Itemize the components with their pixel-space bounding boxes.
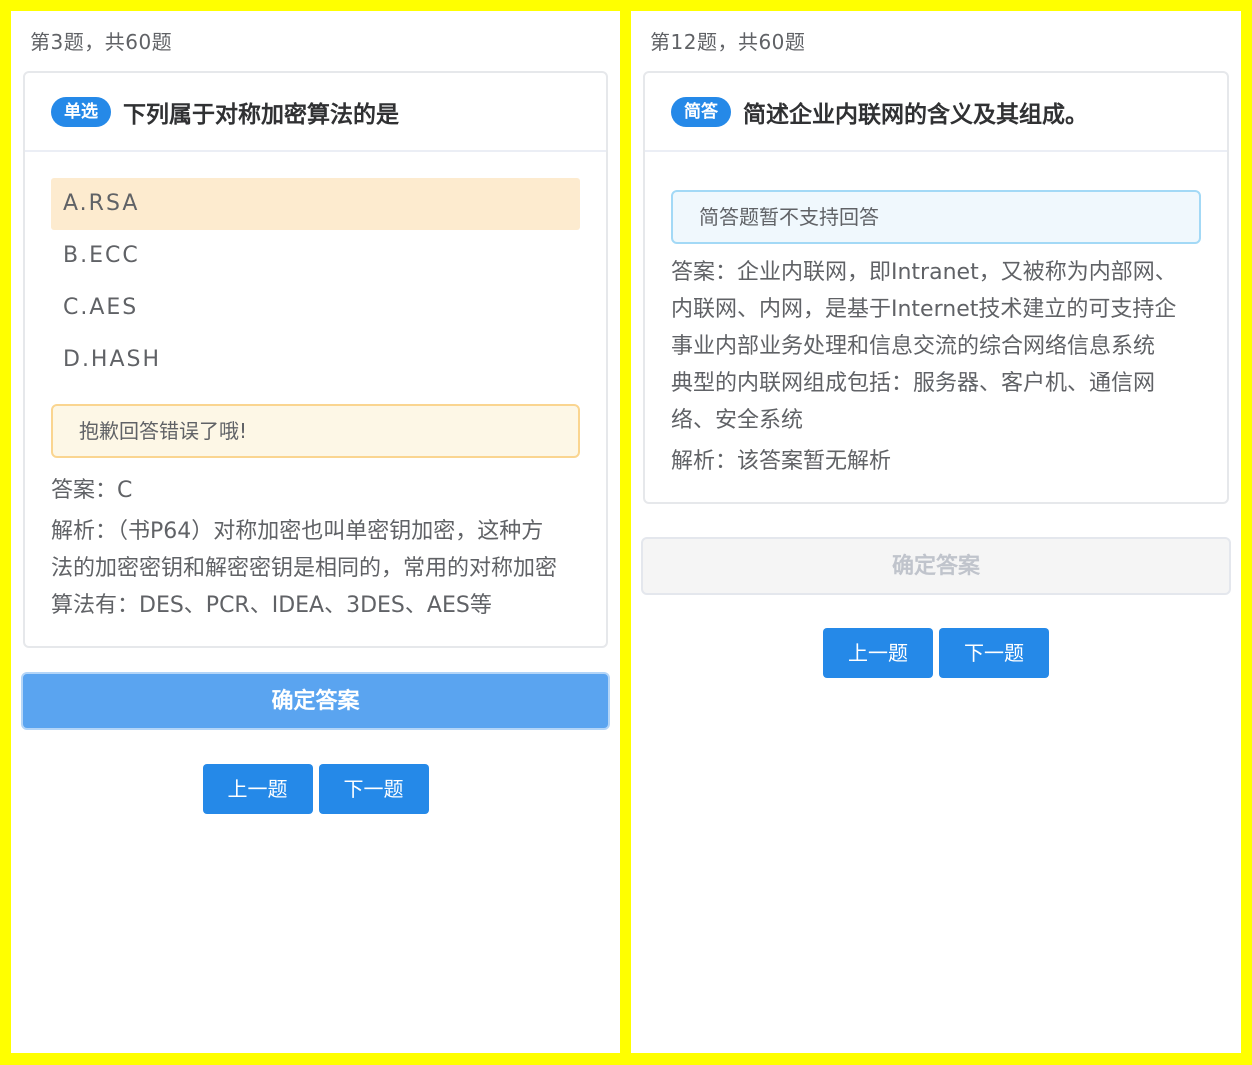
analysis-text: 解析：该答案暂无解析 bbox=[671, 449, 892, 474]
wrong-answer-alert: 抱歉回答错误了哦! bbox=[51, 404, 580, 458]
question-panel-left: 第3题，共60题 单选 下列属于对称加密算法的是 A.RSA B.ECC C.A… bbox=[11, 11, 620, 1053]
question-nav: 上一题 下一题 bbox=[11, 764, 620, 814]
option-b[interactable]: B.ECC bbox=[51, 230, 580, 282]
prev-question-button[interactable]: 上一题 bbox=[823, 628, 933, 678]
question-header: 简答 简述企业内联网的含义及其组成。 bbox=[645, 73, 1227, 152]
question-nav: 上一题 下一题 bbox=[631, 628, 1241, 678]
analysis-text: 解析：（书P64）对称加密也叫单密钥加密，这种方 法的加密密钥和解密密钥是相同的… bbox=[51, 513, 580, 624]
analysis-line: 算法有：DES、PCR、IDEA、3DES、AES等 bbox=[51, 593, 492, 618]
question-counter: 第3题，共60题 bbox=[30, 30, 173, 54]
option-c[interactable]: C.AES bbox=[51, 282, 580, 334]
answer-text: 答案：企业内联网，即Intranet，又被称为内部网、 内联网、内网，是基于In… bbox=[671, 254, 1201, 439]
analysis-line: 解析：（书P64）对称加密也叫单密钥加密，这种方 bbox=[51, 519, 544, 544]
answer-line: 事业内部业务处理和信息交流的综合网络信息系统 bbox=[671, 334, 1156, 359]
question-card: 单选 下列属于对称加密算法的是 A.RSA B.ECC C.AES D.HASH… bbox=[23, 71, 608, 648]
question-type-badge: 简答 bbox=[671, 96, 731, 127]
option-d[interactable]: D.HASH bbox=[51, 334, 580, 386]
question-counter: 第12题，共60题 bbox=[650, 30, 806, 54]
question-title: 下列属于对称加密算法的是 bbox=[123, 101, 399, 128]
prev-question-button[interactable]: 上一题 bbox=[202, 764, 313, 814]
confirm-answer-button[interactable]: 确定答案 bbox=[641, 537, 1231, 595]
answer-line: 内联网、内网，是基于Internet技术建立的可支持企 bbox=[671, 297, 1177, 322]
question-panel-right: 第12题，共60题 简答 简述企业内联网的含义及其组成。 简答题暂不支持回答 答… bbox=[631, 11, 1241, 1053]
question-body: 简答题暂不支持回答 答案：企业内联网，即Intranet，又被称为内部网、 内联… bbox=[645, 152, 1227, 502]
answer-text: 答案：C bbox=[51, 478, 133, 503]
question-body: A.RSA B.ECC C.AES D.HASH 抱歉回答错误了哦! 答案：C … bbox=[25, 152, 606, 646]
next-question-button[interactable]: 下一题 bbox=[318, 764, 429, 814]
question-type-badge: 单选 bbox=[51, 96, 111, 127]
answer-line: 答案：企业内联网，即Intranet，又被称为内部网、 bbox=[671, 260, 1177, 285]
unsupported-notice: 简答题暂不支持回答 bbox=[671, 190, 1201, 244]
option-a[interactable]: A.RSA bbox=[51, 178, 580, 230]
question-title: 简述企业内联网的含义及其组成。 bbox=[743, 101, 1088, 128]
next-question-button[interactable]: 下一题 bbox=[939, 628, 1049, 678]
question-card: 简答 简述企业内联网的含义及其组成。 简答题暂不支持回答 答案：企业内联网，即I… bbox=[643, 71, 1229, 504]
analysis-line: 法的加密密钥和解密密钥是相同的，常用的对称加密 bbox=[51, 556, 558, 581]
question-header: 单选 下列属于对称加密算法的是 bbox=[25, 73, 606, 152]
answer-line: 络、安全系统 bbox=[671, 408, 804, 433]
confirm-answer-button[interactable]: 确定答案 bbox=[21, 672, 610, 730]
answer-line: 典型的内联网组成包括：服务器、客户机、通信网 bbox=[671, 371, 1156, 396]
